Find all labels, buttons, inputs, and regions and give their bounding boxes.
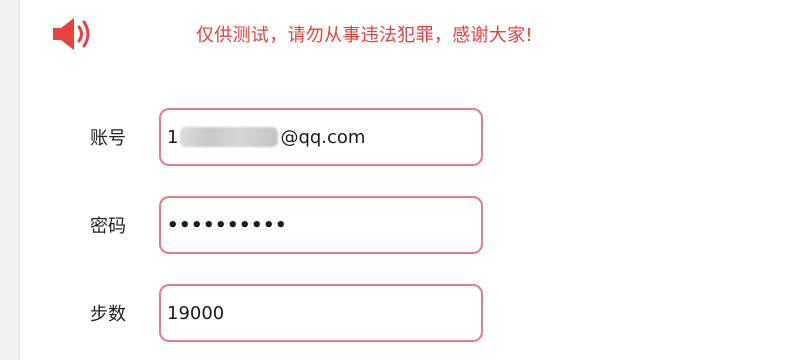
account-row: 账号 1 @qq.com (90, 108, 490, 166)
account-label: 账号 (90, 128, 126, 149)
steps-input[interactable]: 19000 (159, 284, 483, 342)
account-value-suffix: @qq.com (280, 126, 366, 148)
notice-text: 仅供测试，请勿从事违法犯罪，感谢大家! (196, 25, 533, 46)
speaker-icon (50, 14, 96, 54)
steps-row: 步数 19000 (90, 284, 490, 342)
steps-value: 19000 (167, 302, 225, 324)
password-input[interactable]: •••••••••• (159, 196, 483, 254)
account-input[interactable]: 1 @qq.com (159, 108, 483, 166)
account-value: 1 @qq.com (167, 127, 365, 148)
account-value-prefix: 1 (167, 126, 179, 148)
account-redaction (180, 127, 279, 147)
notice-bar: 仅供测试，请勿从事违法犯罪，感谢大家! (50, 14, 750, 54)
password-value: •••••••••• (167, 214, 288, 236)
left-edge-panel (0, 0, 20, 360)
password-row: 密码 •••••••••• (90, 196, 490, 254)
steps-label: 步数 (90, 304, 126, 325)
password-label: 密码 (90, 216, 126, 237)
